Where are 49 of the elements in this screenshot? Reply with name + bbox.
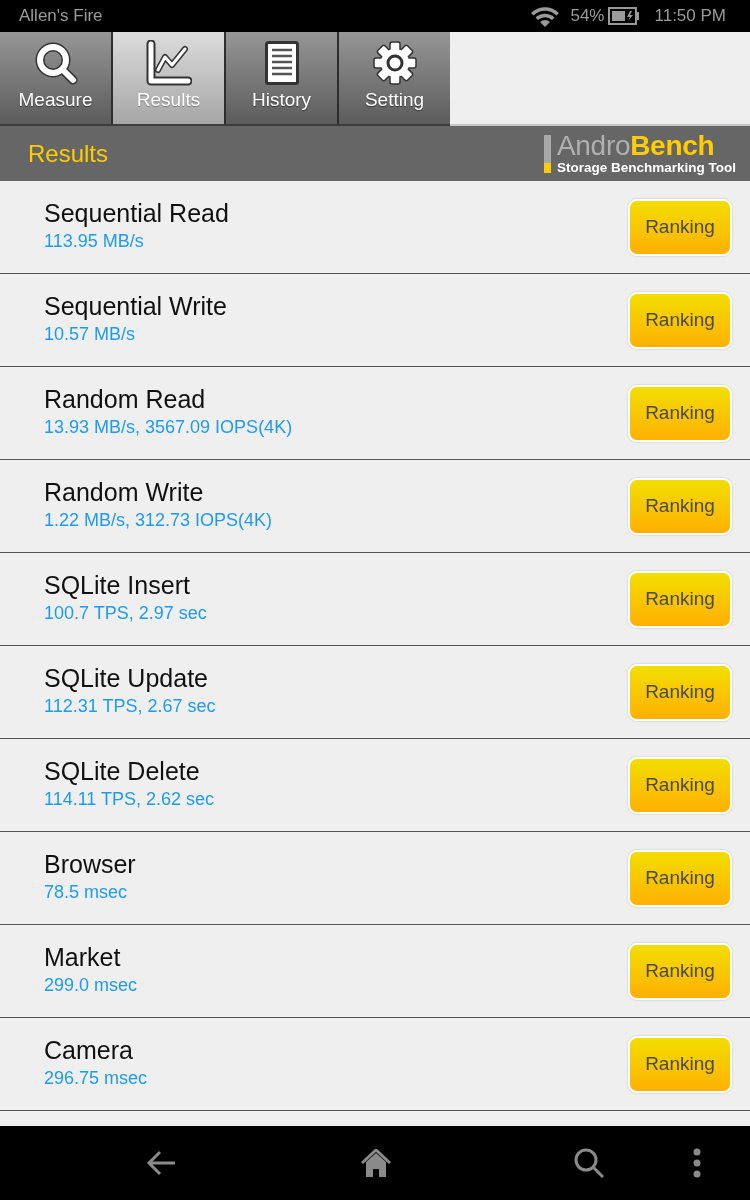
app-tagline: Storage Benchmarking Tool <box>556 160 736 175</box>
ranking-button[interactable]: Ranking <box>628 570 732 628</box>
magnifier-icon <box>33 40 78 85</box>
ranking-button[interactable]: Ranking <box>628 1035 732 1093</box>
ranking-button[interactable]: Ranking <box>628 291 732 349</box>
tab[interactable]: Setting <box>339 32 450 124</box>
test-result: 10.57 MB/s <box>44 323 137 345</box>
battery-percent: 54% <box>570 6 605 26</box>
ranking-button[interactable]: Ranking <box>628 198 732 256</box>
wifi-icon <box>530 5 561 27</box>
test-name: Browser <box>44 849 137 879</box>
test-name: SQLite Delete <box>44 756 201 786</box>
line-chart-icon <box>145 39 192 86</box>
test-result: 112.31 TPS, 2.67 sec <box>44 695 217 717</box>
test-name: Random Read <box>44 384 207 414</box>
test-name: Market <box>44 942 122 972</box>
level-bar-icon <box>543 134 551 173</box>
device-name: Allen's Fire <box>19 6 104 26</box>
ranking-button[interactable]: Ranking <box>628 942 732 1000</box>
test-name: Random Write <box>44 477 205 507</box>
test-result: 78.5 msec <box>44 881 129 903</box>
test-result: 1.22 MB/s, 312.73 IOPS(4K) <box>44 509 274 531</box>
test-name: SQLite Insert <box>44 570 191 600</box>
test-name: SQLite Update <box>44 663 209 693</box>
test-result: 114.11 TPS, 2.62 sec <box>44 788 216 810</box>
test-name: Sequential Read <box>44 198 230 228</box>
tab[interactable]: Measure <box>0 32 111 124</box>
ranking-button[interactable]: Ranking <box>628 849 732 907</box>
section-title: Results <box>28 139 109 168</box>
menu-icon[interactable] <box>693 1148 701 1178</box>
clock-time: 11:50 PM <box>654 6 726 26</box>
test-result: 296.75 msec <box>44 1067 149 1089</box>
back-icon[interactable] <box>146 1150 176 1176</box>
document-icon <box>264 40 299 85</box>
ranking-button[interactable]: Ranking <box>628 663 732 721</box>
app-logo-name: AndroBench <box>556 132 716 160</box>
test-name: Camera <box>44 1035 134 1065</box>
test-result: 299.0 msec <box>44 974 139 996</box>
search-icon[interactable] <box>574 1148 604 1178</box>
test-name: Sequential Write <box>44 291 228 321</box>
battery-icon <box>608 7 641 25</box>
test-result: 113.95 MB/s <box>44 230 145 252</box>
tab[interactable]: History <box>226 32 337 124</box>
ranking-button[interactable]: Ranking <box>628 477 732 535</box>
test-result: 100.7 TPS, 2.97 sec <box>44 602 208 624</box>
home-icon[interactable] <box>361 1149 391 1177</box>
ranking-button[interactable]: Ranking <box>628 384 732 442</box>
test-result: 13.93 MB/s, 3567.09 IOPS(4K) <box>44 416 294 438</box>
ranking-button[interactable]: Ranking <box>628 756 732 814</box>
